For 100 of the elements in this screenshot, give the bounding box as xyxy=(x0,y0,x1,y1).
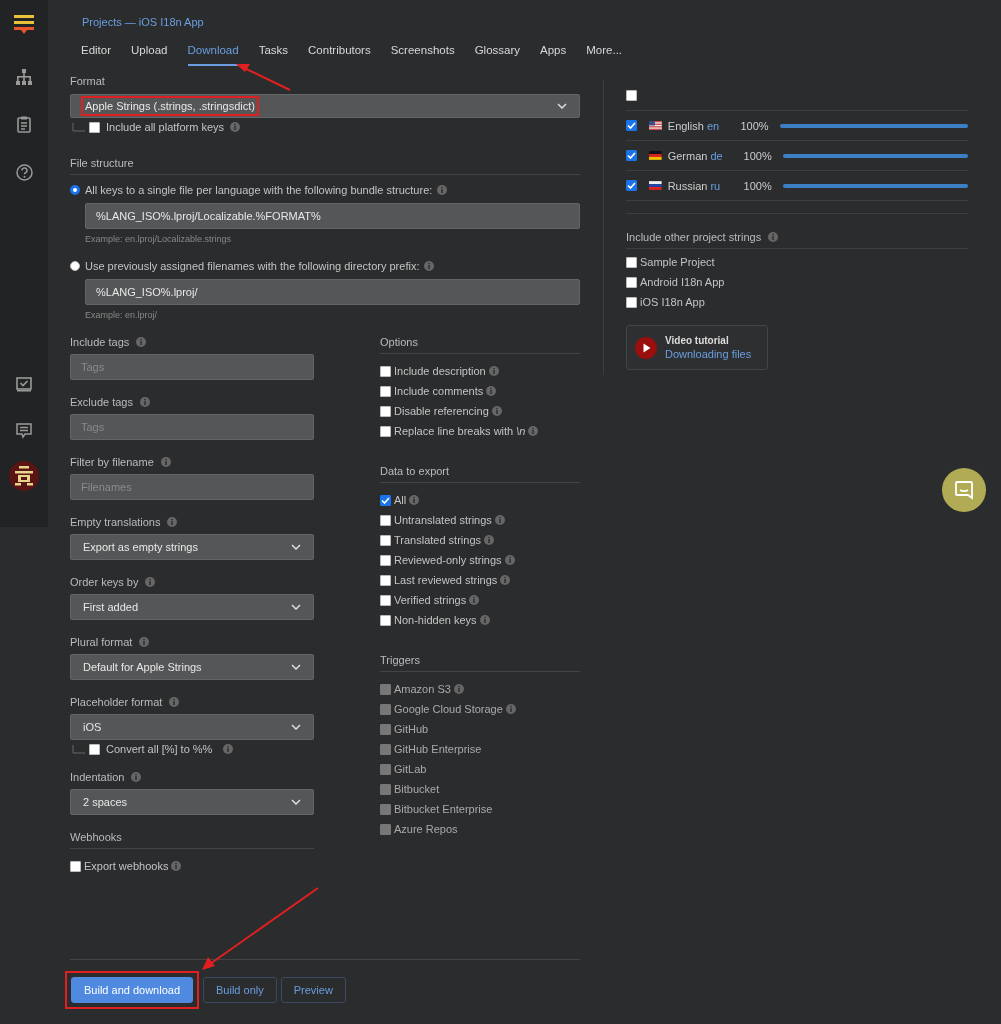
checkbox[interactable] xyxy=(380,554,391,566)
progress-percent: 100% xyxy=(743,179,773,192)
checkbox[interactable] xyxy=(380,365,391,377)
tab[interactable]: Tasks xyxy=(258,44,289,66)
checkbox[interactable] xyxy=(380,405,391,417)
tab[interactable]: Apps xyxy=(540,44,567,66)
dropdown[interactable]: Export as empty strings xyxy=(70,534,314,560)
checkbox[interactable] xyxy=(626,180,637,191)
chevron-icon xyxy=(291,724,301,730)
field-label: Plural format xyxy=(70,636,133,648)
chevron-icon xyxy=(291,664,301,670)
flag-icon xyxy=(649,181,662,190)
dropdown[interactable]: iOS xyxy=(70,714,314,740)
clipboard-icon[interactable] xyxy=(17,116,31,133)
checkbox-label: Include all platform keys xyxy=(106,121,224,133)
checkbox[interactable] xyxy=(380,534,391,546)
checkbox-label: Disable referencing xyxy=(394,405,489,417)
field-label: Exclude tags xyxy=(70,396,133,408)
example-text: Example: en.lproj/ xyxy=(85,310,159,320)
play-icon[interactable] xyxy=(635,336,657,359)
chevron-icon xyxy=(291,604,301,610)
checkbox-label: Bitbucket Enterprise xyxy=(394,803,493,815)
build-and-download-button[interactable]: Build and download xyxy=(71,977,194,1003)
checkbox-label: Sample Project xyxy=(640,256,715,268)
checkbox[interactable] xyxy=(380,514,391,526)
info-icon xyxy=(140,397,150,407)
checkbox-label: Verified strings xyxy=(394,594,467,606)
info-icon xyxy=(160,457,171,467)
checkbox-label: Include description xyxy=(394,365,486,377)
dropdown[interactable]: Default for Apple Strings xyxy=(70,654,314,680)
field-label: Placeholder format xyxy=(70,696,163,708)
checkbox[interactable] xyxy=(89,743,100,755)
checkbox[interactable] xyxy=(380,594,391,606)
progress-percent: 100% xyxy=(743,149,773,162)
checkbox[interactable] xyxy=(380,425,391,437)
tab[interactable]: Editor xyxy=(81,44,112,66)
language-code: en xyxy=(706,119,721,132)
checkbox[interactable] xyxy=(626,256,637,268)
checkbox-label: iOS I18n App xyxy=(640,296,705,308)
tab[interactable]: Screenshots xyxy=(390,44,455,66)
input-field[interactable]: %LANG_ISO%.lproj/ xyxy=(85,279,580,305)
radio-label: All keys to a single file per language with the following bundle structure: xyxy=(85,184,433,196)
format-select[interactable]: Apple Strings (.strings, .stringsdict) xyxy=(70,94,580,118)
dropdown[interactable]: First added xyxy=(70,594,314,620)
checkbox[interactable] xyxy=(70,860,81,872)
checkbox-label: Reviewed-only strings xyxy=(394,554,502,566)
chat-button[interactable] xyxy=(942,468,986,512)
checkbox[interactable] xyxy=(626,296,637,308)
tab[interactable]: Glossary xyxy=(474,44,520,66)
checkbox[interactable] xyxy=(626,150,637,161)
info-icon xyxy=(223,744,234,754)
info-icon xyxy=(169,697,180,707)
checkbox-icon[interactable] xyxy=(16,377,32,392)
section-title: Include other project strings xyxy=(626,231,762,243)
tab[interactable]: Upload xyxy=(131,44,168,66)
checkbox-label: Convert all [%] to %% xyxy=(106,743,213,755)
sitemap-icon[interactable] xyxy=(16,69,32,85)
dropdown[interactable]: 2 spaces xyxy=(70,789,314,815)
info-icon xyxy=(131,772,142,782)
section-title: Triggers xyxy=(380,654,580,672)
checkbox[interactable] xyxy=(380,614,391,626)
checkbox[interactable] xyxy=(626,120,637,131)
info-icon xyxy=(171,861,182,871)
field-label: Include tags xyxy=(70,336,130,348)
field-label: Empty translations xyxy=(70,516,161,528)
chevron-icon xyxy=(291,799,301,805)
info-icon xyxy=(145,577,156,587)
section-title: Options xyxy=(380,336,580,354)
video-link[interactable]: Downloading files xyxy=(665,348,752,360)
checkbox[interactable] xyxy=(380,385,391,397)
radio-button[interactable] xyxy=(70,261,80,271)
checkbox[interactable] xyxy=(89,121,100,133)
info-icon xyxy=(768,232,779,242)
action-button[interactable]: Preview xyxy=(280,977,346,1003)
info-icon xyxy=(230,122,240,132)
checkbox[interactable] xyxy=(380,494,391,506)
help-icon[interactable] xyxy=(15,164,33,181)
checkbox[interactable] xyxy=(380,574,391,586)
tab[interactable]: Download xyxy=(187,44,239,66)
language-name: Russian xyxy=(667,179,708,192)
checkbox-label: GitHub xyxy=(394,723,429,735)
action-button[interactable]: Build only xyxy=(203,977,277,1003)
field-label: Filter by filename xyxy=(70,456,154,468)
tab[interactable]: More... xyxy=(586,44,623,66)
info-icon xyxy=(424,261,435,271)
checkbox[interactable] xyxy=(626,89,637,101)
radio-button[interactable] xyxy=(70,185,80,195)
comment-icon[interactable] xyxy=(16,423,32,439)
checkbox[interactable] xyxy=(626,276,637,288)
section-title: Webhooks xyxy=(70,831,314,849)
chat-icon xyxy=(954,480,974,500)
chevron-icon xyxy=(291,544,301,550)
video-title: Video tutorial xyxy=(665,335,730,346)
checkbox-label: Android I18n App xyxy=(640,276,725,288)
input-field[interactable]: %LANG_ISO%.lproj/Localizable.%FORMAT% xyxy=(85,203,580,229)
tab[interactable]: Contributors xyxy=(308,44,371,66)
language-name: German xyxy=(667,149,708,162)
checkbox-label: Amazon S3 xyxy=(394,683,451,695)
avatar-icon[interactable] xyxy=(9,461,39,491)
breadcrumb-link[interactable]: Projects — iOS I18n App xyxy=(82,16,1001,28)
